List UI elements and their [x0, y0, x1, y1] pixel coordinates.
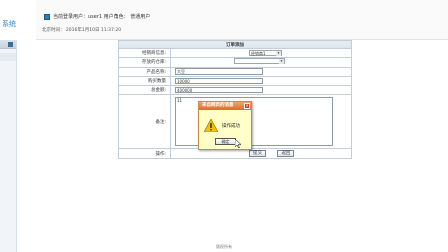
remark-value: 11 [177, 98, 183, 104]
warning-icon [204, 119, 218, 132]
row-label: 经销商信息: [118, 47, 171, 59]
quantity-input[interactable]: 10000 [175, 77, 263, 85]
row-label: 备注: [118, 94, 171, 150]
dialog-title: 来自网页的消息 [202, 103, 234, 108]
dialog-message: 操作成功 [222, 124, 240, 129]
ok-button[interactable]: 确定 [215, 138, 236, 145]
form-title: 订单添加 [118, 40, 352, 49]
user-line: 当前登录用户：user1 用户角色： 普通用户 [53, 14, 151, 20]
dropdown-arrow-icon: ▾ [279, 59, 284, 65]
user-info: 当前登录用户：user1 用户角色： 普通用户 [44, 13, 150, 20]
alert-dialog: 来自网页的消息 ✕ 操作成功 确定 [198, 101, 252, 150]
submit-button[interactable]: 提交 [249, 150, 266, 157]
total-amount-input[interactable]: 400000 [175, 86, 263, 94]
mouse-cursor-icon [235, 139, 241, 148]
sidebar-item[interactable] [0, 53, 16, 61]
top-header: 当前登录用户：user1 用户角色： 普通用户 北京时间： 2016年1月10日… [36, 0, 448, 40]
app-name: 系统 [0, 0, 36, 40]
close-icon[interactable]: ✕ [244, 103, 250, 109]
row-label: 总金额: [118, 85, 171, 96]
dealer-select[interactable]: 经销商1 ▾ [249, 49, 282, 56]
collapse-icon[interactable] [8, 42, 13, 47]
footer-text: 版权所有 [216, 244, 232, 249]
warehouse-select[interactable]: ▾ [234, 58, 285, 65]
dialog-title-bar: 来自网页的消息 ✕ [199, 102, 251, 110]
dealer-select-value: 经销商1 [251, 50, 266, 56]
left-sidebar [0, 40, 17, 252]
row-label: 购买数量 [118, 75, 171, 87]
row-label: 产品名称: [118, 66, 171, 77]
time-line: 北京时间： 2016年1月10日 11:37:20 [42, 28, 122, 33]
row-label: 操作: [118, 148, 171, 159]
dropdown-arrow-icon: ▾ [276, 50, 281, 56]
user-icon [44, 13, 50, 20]
product-name-input[interactable]: 大豆 [175, 68, 263, 75]
row-label: 存放的仓库: [118, 57, 171, 68]
sidebar-header [0, 40, 16, 49]
return-button[interactable]: 返回 [277, 150, 295, 157]
